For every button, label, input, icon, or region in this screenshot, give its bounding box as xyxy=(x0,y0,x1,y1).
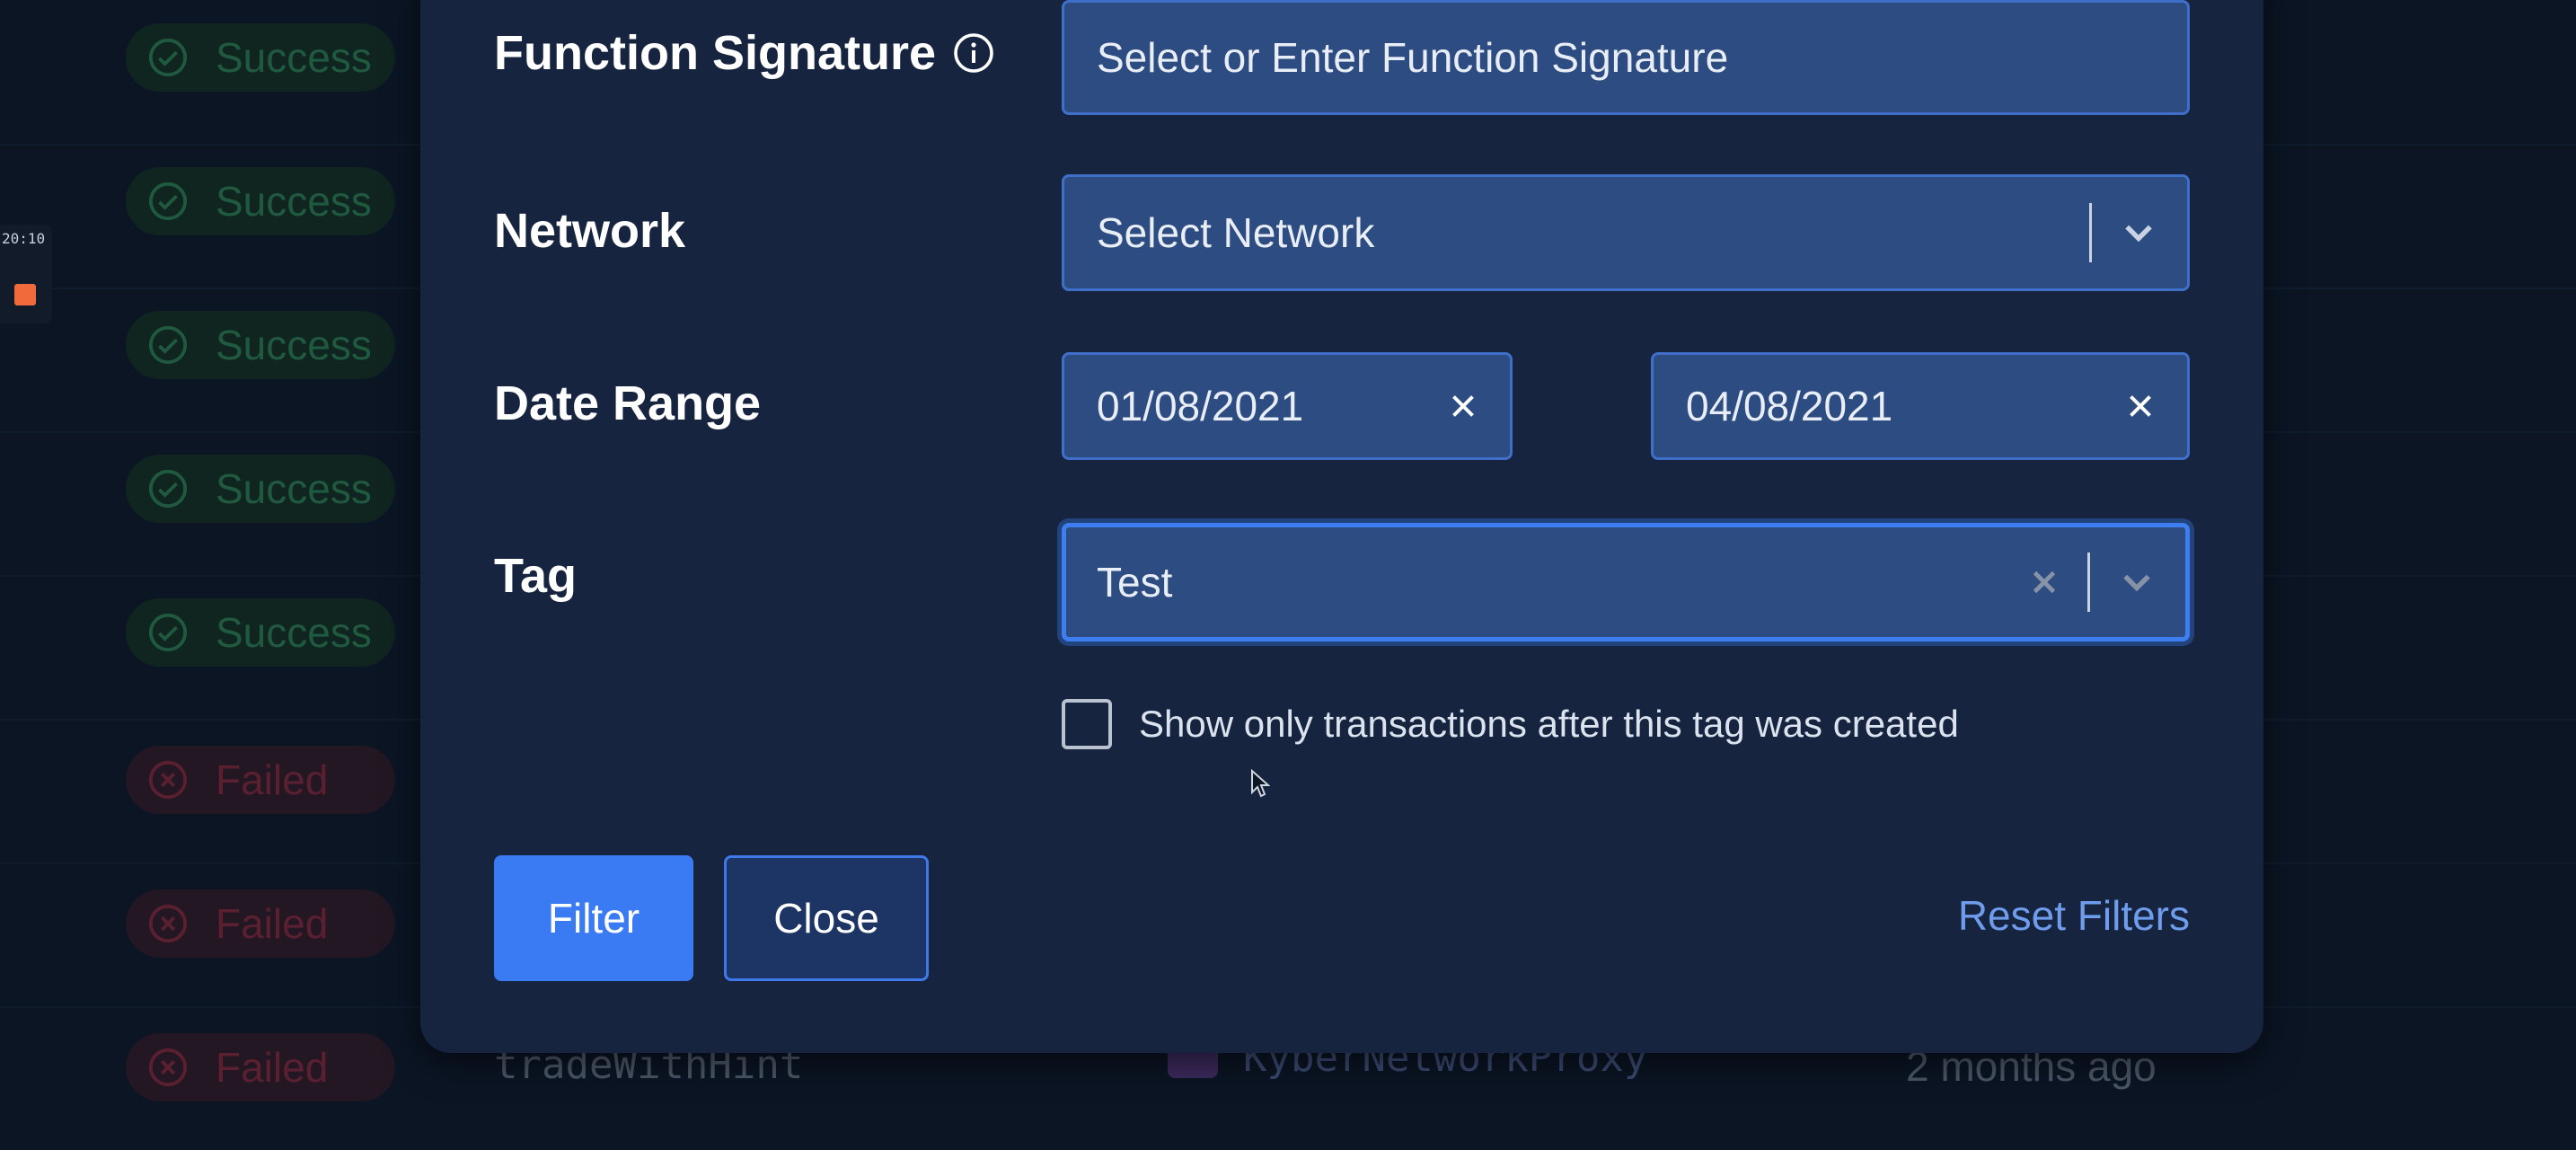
status-label: Success xyxy=(216,178,372,225)
status-badge: Failed xyxy=(126,746,395,814)
status-label: Success xyxy=(216,609,372,656)
status-badge: Success xyxy=(126,598,395,667)
date-range-label: Date Range xyxy=(494,376,761,431)
filter-button[interactable]: Filter xyxy=(494,855,693,981)
info-icon[interactable] xyxy=(952,31,995,75)
close-button[interactable]: Close xyxy=(724,855,929,981)
tag-label-text: Tag xyxy=(494,549,577,603)
status-label: Failed xyxy=(216,1044,329,1091)
status-label: Success xyxy=(216,465,372,512)
status-label: Success xyxy=(216,322,372,368)
tag-select[interactable]: Test xyxy=(1062,523,2190,641)
status-label: Failed xyxy=(216,900,329,947)
status-badge: Success xyxy=(126,455,395,523)
check-circle-icon xyxy=(148,469,188,509)
status-badge: Success xyxy=(126,167,395,235)
tag-created-checkbox-label: Show only transactions after this tag wa… xyxy=(1139,703,1959,745)
function-signature-label: Function Signature xyxy=(494,25,995,81)
reset-filters-link[interactable]: Reset Filters xyxy=(1958,891,2190,940)
filter-modal: Function Signature Select or Enter Funct… xyxy=(420,0,2263,1053)
status-badge: Success xyxy=(126,23,395,92)
tag-created-checkbox[interactable] xyxy=(1062,699,1112,749)
network-label-text: Network xyxy=(494,204,686,258)
status-badge: Failed xyxy=(126,1033,395,1101)
function-signature-placeholder: Select or Enter Function Signature xyxy=(1097,34,1729,81)
date-start-input[interactable]: 01/08/2021 xyxy=(1062,352,1513,460)
status-label: Success xyxy=(216,34,372,81)
x-circle-icon xyxy=(148,904,188,943)
tag-label: Tag xyxy=(494,548,577,604)
mouse-cursor-icon xyxy=(1251,769,1270,798)
check-circle-icon xyxy=(148,325,188,365)
function-signature-label-text: Function Signature xyxy=(494,26,936,80)
x-circle-icon xyxy=(148,760,188,800)
function-signature-input[interactable]: Select or Enter Function Signature xyxy=(1062,0,2190,115)
network-select[interactable]: Select Network xyxy=(1062,174,2190,291)
date-range-label-text: Date Range xyxy=(494,376,762,430)
date-start-value: 01/08/2021 xyxy=(1097,383,1304,429)
recording-time: 20:10 xyxy=(2,230,46,247)
status-label: Failed xyxy=(216,756,329,803)
check-circle-icon xyxy=(148,38,188,77)
select-divider xyxy=(2089,203,2092,262)
check-circle-icon xyxy=(148,613,188,652)
status-badge: Failed xyxy=(126,889,395,958)
chevron-down-icon[interactable] xyxy=(2117,562,2157,602)
clear-date-start-icon[interactable] xyxy=(1447,390,1479,422)
clear-date-end-icon[interactable] xyxy=(2124,390,2157,422)
status-badge: Success xyxy=(126,311,395,379)
date-end-input[interactable]: 04/08/2021 xyxy=(1651,352,2190,460)
network-label: Network xyxy=(494,203,685,259)
clear-tag-icon[interactable] xyxy=(2028,566,2060,598)
network-placeholder: Select Network xyxy=(1097,209,1375,256)
check-circle-icon xyxy=(148,181,188,221)
x-circle-icon xyxy=(148,1048,188,1087)
stop-icon[interactable] xyxy=(14,284,36,305)
chevron-down-icon[interactable] xyxy=(2119,213,2158,252)
select-divider xyxy=(2087,553,2090,612)
recording-widget: 20:10 xyxy=(0,225,52,323)
tag-value: Test xyxy=(1097,559,1173,606)
tag-created-checkbox-row[interactable]: Show only transactions after this tag wa… xyxy=(1062,699,1959,749)
date-end-value: 04/08/2021 xyxy=(1686,383,1893,429)
